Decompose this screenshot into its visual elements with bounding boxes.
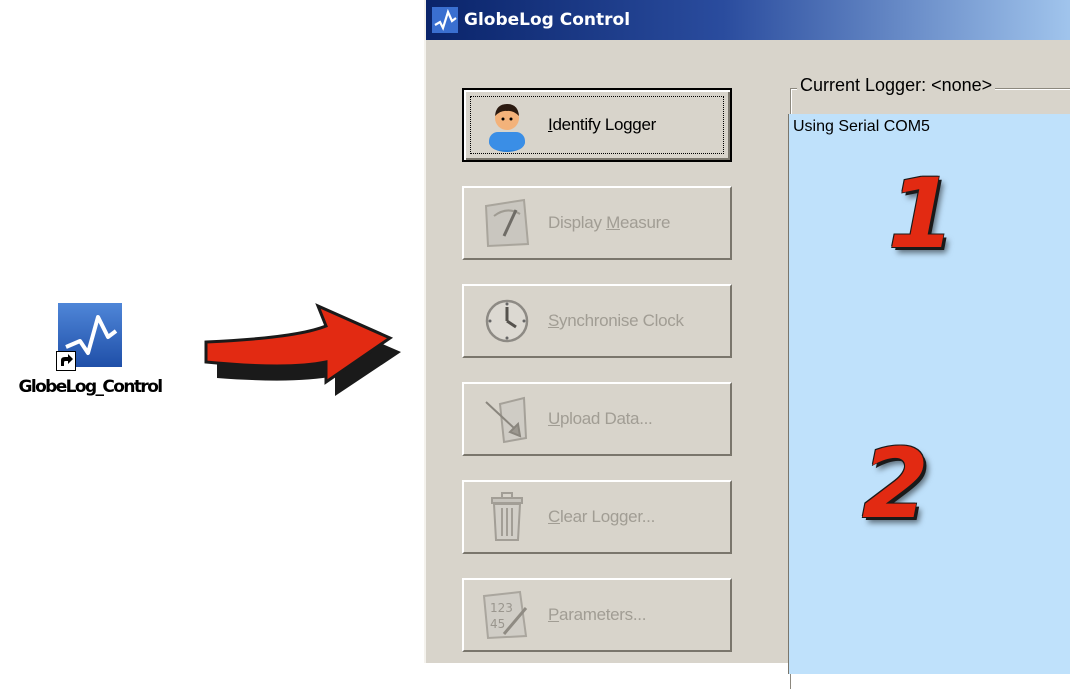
synchronise-clock-button[interactable]: Synchronise Clock (462, 284, 732, 358)
parameters-button[interactable]: 123 45 Parameters... (462, 578, 732, 652)
upload-data-label: Upload Data... (548, 409, 653, 428)
step-1-callout: 1 (888, 158, 955, 270)
app-icon (432, 7, 458, 33)
trash-icon (491, 492, 523, 541)
window-title: GlobeLog Control (464, 10, 631, 30)
step-2-callout: 2 (862, 428, 929, 540)
synchronise-clock-label: Synchronise Clock (548, 311, 684, 330)
svg-text:45: 45 (490, 617, 505, 631)
log-line: Using Serial COM5 (793, 118, 930, 135)
clock-icon (485, 299, 529, 343)
parameters-label: Parameters... (548, 605, 647, 624)
upload-icon (485, 396, 528, 444)
clear-logger-label: Clear Logger... (548, 507, 656, 526)
parameters-icon: 123 45 (482, 590, 528, 640)
identify-logger-button[interactable]: Identify Logger (462, 88, 732, 162)
current-logger-label: Current Logger: <none> (797, 75, 996, 96)
clear-logger-button[interactable]: Clear Logger... (462, 480, 732, 554)
display-measure-label: Display Measure (548, 213, 671, 232)
globelog-window: GlobeLog Control Identify Logger Display… (424, 0, 1070, 689)
window-titlebar[interactable]: GlobeLog Control (426, 0, 1070, 40)
gauge-icon (484, 198, 530, 248)
display-measure-button[interactable]: Display Measure (462, 186, 732, 260)
focus-rect (470, 96, 724, 154)
upload-data-button[interactable]: Upload Data... (462, 382, 732, 456)
arrow-to-window-icon (204, 303, 401, 396)
svg-text:123: 123 (490, 601, 513, 615)
